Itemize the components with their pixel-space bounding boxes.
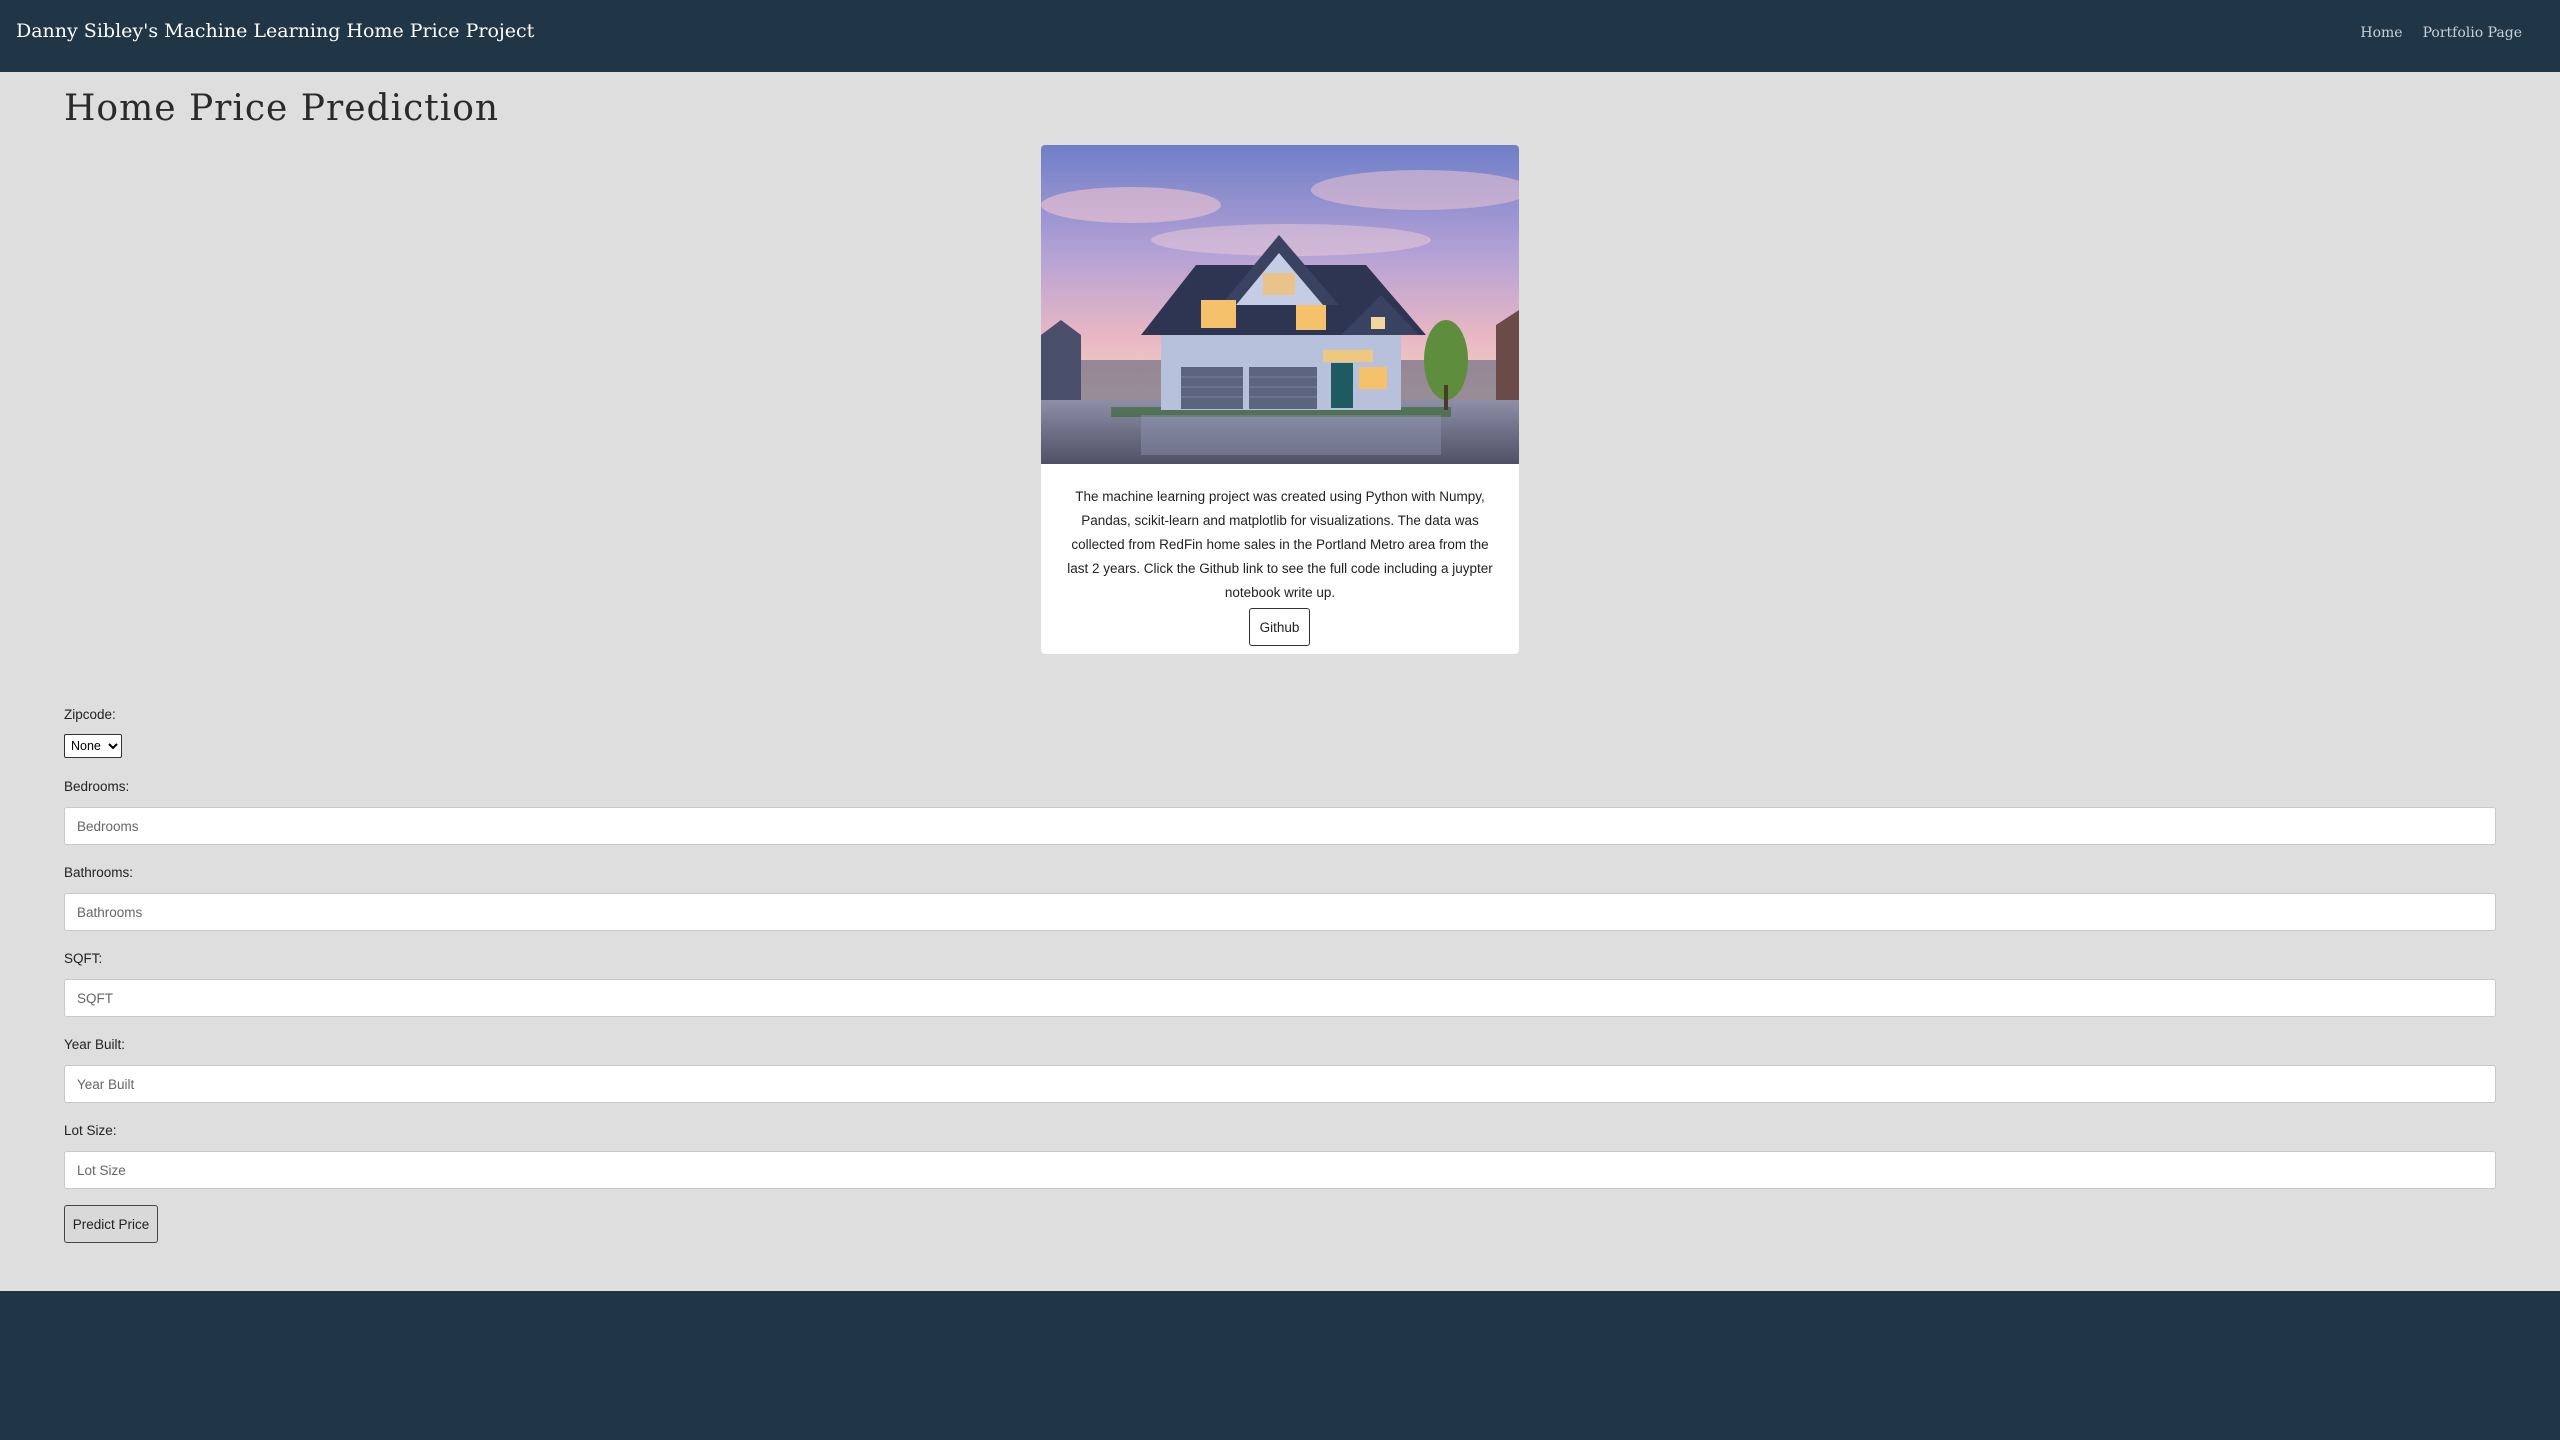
sqft-input[interactable] xyxy=(64,979,2496,1017)
year-built-label: Year Built: xyxy=(64,1037,126,1052)
bathrooms-label: Bathrooms: xyxy=(64,865,134,880)
footer xyxy=(0,1291,2560,1440)
zipcode-select[interactable]: None xyxy=(64,734,122,758)
top-navbar: Danny Sibley's Machine Learning Home Pri… xyxy=(0,0,2560,72)
sqft-label: SQFT: xyxy=(64,951,103,966)
project-card: The machine learning project was created… xyxy=(1041,145,1519,654)
nav-link-home[interactable]: Home xyxy=(2360,25,2402,41)
lot-size-label: Lot Size: xyxy=(64,1123,117,1138)
house-photo-image xyxy=(1041,145,1519,464)
lot-size-input[interactable] xyxy=(64,1151,2496,1189)
page-title: Home Price Prediction xyxy=(64,88,500,129)
brand-title[interactable]: Danny Sibley's Machine Learning Home Pri… xyxy=(16,20,534,42)
project-description: The machine learning project was created… xyxy=(1067,489,1493,600)
zipcode-label: Zipcode: xyxy=(64,707,116,722)
nav-links: Home Portfolio Page xyxy=(2360,25,2522,41)
github-button[interactable]: Github xyxy=(1249,608,1310,646)
predict-price-button[interactable]: Predict Price xyxy=(64,1205,158,1243)
nav-link-portfolio[interactable]: Portfolio Page xyxy=(2423,25,2522,41)
bedrooms-label: Bedrooms: xyxy=(64,779,130,794)
year-built-input[interactable] xyxy=(64,1065,2496,1103)
bathrooms-input[interactable] xyxy=(64,893,2496,931)
bedrooms-input[interactable] xyxy=(64,807,2496,845)
